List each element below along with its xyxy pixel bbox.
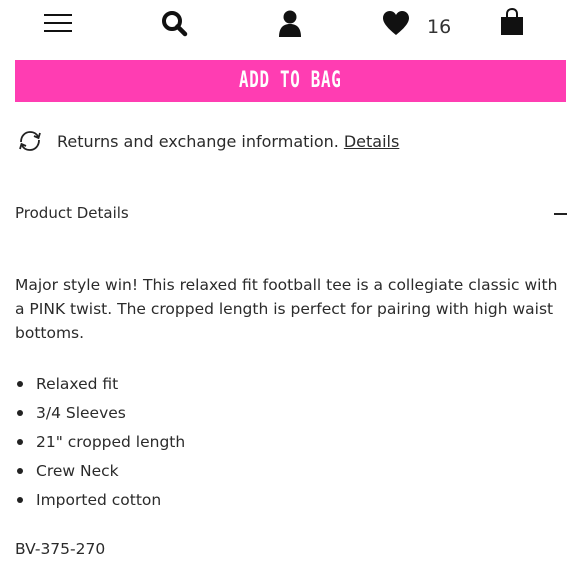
returns-details-link[interactable]: Details [344,132,399,151]
feature-text: Crew Neck [36,462,119,480]
exchange-arrows-icon [19,131,41,151]
feature-text: Relaxed fit [36,375,119,393]
product-details-title: Product Details [15,204,129,222]
list-item: Relaxed fit [15,372,415,401]
list-item: Crew Neck [15,459,415,488]
product-details-toggle[interactable]: Product Details [15,202,567,226]
shopping-bag-icon[interactable] [499,7,525,37]
bullet-icon [17,381,23,387]
bullet-icon [17,410,23,416]
bullet-icon [17,497,23,503]
heart-icon[interactable] [381,9,411,37]
bullet-icon [17,439,23,445]
add-to-bag-label: ADD TO BAG [239,68,342,93]
top-navigation: 16 [0,0,580,50]
product-description: Major style win! This relaxed fit footba… [15,276,558,342]
feature-text: Imported cotton [36,491,162,509]
list-item: Imported cotton [15,488,415,517]
wishlist-count: 16 [427,16,452,38]
hamburger-menu-icon[interactable] [44,12,74,36]
user-icon[interactable] [276,9,304,39]
bullet-icon [17,468,23,474]
feature-list: Relaxed fit 3/4 Sleeves 21" cropped leng… [15,372,415,517]
minus-icon[interactable] [554,213,567,215]
search-icon[interactable] [160,9,190,39]
list-item: 21" cropped length [15,430,415,459]
feature-text: 21" cropped length [36,433,186,451]
add-to-bag-button[interactable]: ADD TO BAG [15,60,566,102]
returns-text: Returns and exchange information. [57,131,339,151]
returns-info: Returns and exchange information. Detail… [15,126,399,156]
product-page: 16 ADD TO BAG Returns and exchange infor… [0,0,580,580]
feature-text: 3/4 Sleeves [36,404,126,422]
list-item: 3/4 Sleeves [15,401,415,430]
product-sku: BV-375-270 [15,540,106,558]
